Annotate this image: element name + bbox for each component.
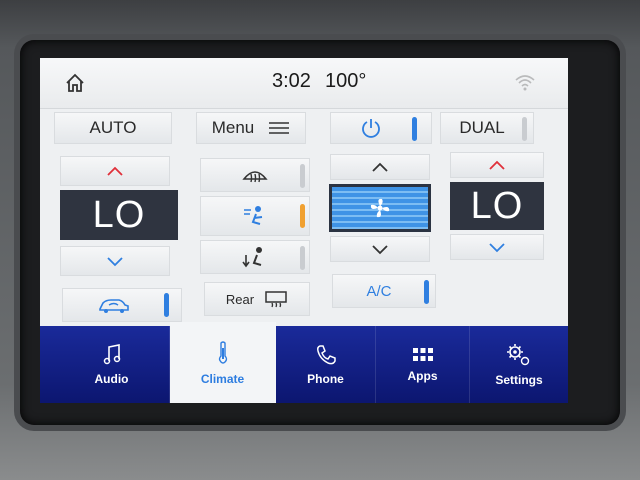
nav-climate-label: Climate: [200, 371, 245, 386]
ac-label: A/C: [366, 282, 392, 300]
ac-indicator: [424, 280, 429, 304]
home-icon[interactable]: [64, 72, 86, 94]
nav-audio[interactable]: Audio: [54, 326, 170, 403]
driver-temp-display: LO: [60, 190, 178, 240]
thermometer-icon: [218, 340, 227, 364]
fan-icon: [370, 198, 390, 218]
gears-icon: [507, 343, 530, 365]
hamburger-icon: [269, 122, 290, 134]
nav-settings-label: Settings: [495, 372, 543, 387]
windshield-defrost-icon: [242, 171, 268, 183]
chevron-down-icon: [372, 245, 388, 255]
rear-defrost-icon: [265, 291, 287, 308]
apps-grid-icon: [412, 347, 433, 361]
fan-up-button[interactable]: [330, 154, 430, 180]
wifi-icon: [515, 75, 535, 91]
chevron-up-icon: [372, 162, 388, 172]
defrost-indicator: [300, 164, 305, 188]
rear-label: Rear: [225, 291, 255, 307]
nav-phone-label: Phone: [307, 371, 344, 386]
defrost-button[interactable]: [200, 158, 310, 192]
passenger-temp-down-button[interactable]: [450, 234, 544, 260]
music-note-icon: [103, 343, 120, 364]
nav-apps-label: Apps: [407, 368, 438, 383]
outside-temperature: 100°: [325, 70, 367, 92]
nav-settings[interactable]: Settings: [470, 326, 568, 403]
fan-down-button[interactable]: [330, 236, 430, 262]
floor-vent-icon: [242, 247, 262, 268]
floor-vent-indicator: [300, 246, 305, 270]
recirculation-indicator[interactable]: [164, 293, 169, 317]
touch-screen: 3:02 100° AUTO Menu DUAL LO LO Rear A/C …: [40, 58, 568, 403]
power-icon: [362, 119, 380, 138]
fan-speed-display: [329, 184, 431, 232]
passenger-temp-up-button[interactable]: [450, 152, 544, 178]
menu-button[interactable]: Menu: [196, 112, 306, 144]
chevron-down-icon: [489, 243, 505, 253]
auto-label: AUTO: [89, 118, 137, 137]
floor-vent-button[interactable]: [200, 240, 310, 274]
ac-button[interactable]: A/C: [332, 274, 436, 308]
rear-defrost-button[interactable]: Rear: [204, 282, 310, 316]
power-button[interactable]: [330, 112, 432, 144]
nav-phone[interactable]: Phone: [276, 326, 376, 403]
bottom-navigation: Audio Climate Phone Apps Settings: [40, 322, 568, 403]
face-vent-indicator: [300, 204, 305, 228]
face-vent-icon: [244, 206, 263, 225]
face-vent-button[interactable]: [200, 196, 310, 236]
nav-apps[interactable]: Apps: [376, 326, 470, 403]
status-bar: 3:02 100°: [40, 58, 568, 109]
recirculation-button[interactable]: [62, 288, 182, 322]
chevron-down-icon: [107, 257, 123, 267]
driver-temp-down-button[interactable]: [60, 246, 170, 276]
dual-indicator: [522, 117, 527, 141]
power-indicator: [412, 117, 417, 141]
nav-audio-label: Audio: [94, 371, 129, 386]
nav-climate[interactable]: Climate: [170, 322, 276, 403]
chevron-up-icon: [489, 160, 505, 170]
passenger-temp-display: LO: [450, 182, 544, 230]
car-recirculation-icon: [99, 299, 129, 313]
dual-button[interactable]: DUAL: [440, 112, 534, 144]
dual-label: DUAL: [459, 118, 505, 137]
phone-icon: [316, 344, 336, 364]
clock-time: 3:02: [272, 70, 311, 92]
auto-button[interactable]: AUTO: [54, 112, 172, 144]
menu-label: Menu: [211, 118, 255, 137]
chevron-up-icon: [107, 166, 123, 176]
driver-temp-up-button[interactable]: [60, 156, 170, 186]
